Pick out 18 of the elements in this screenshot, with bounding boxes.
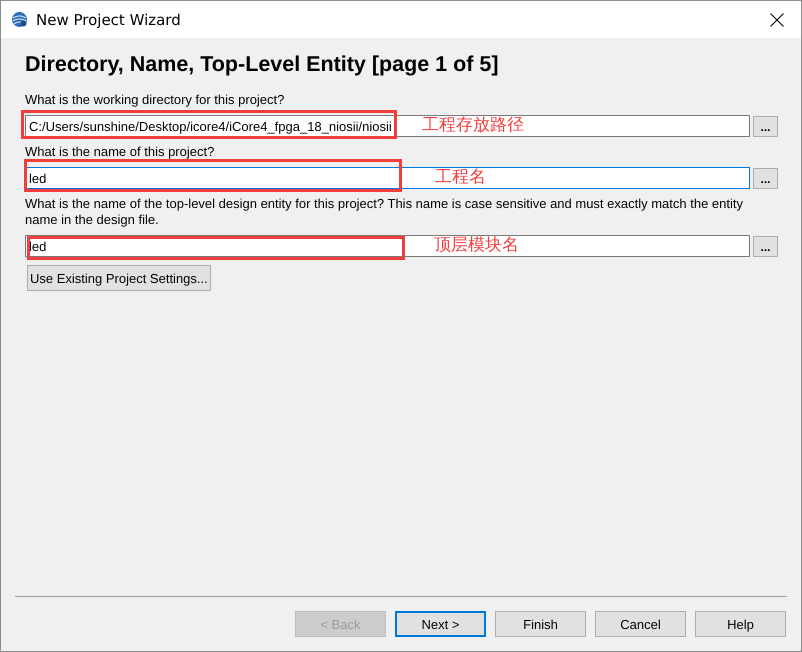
dialog-button[interactable]: Cancel [595, 611, 686, 637]
field-label: What is the name of the top-level design entity for this project? This name is case sensitive and must exactly match the entity name in the design file. [25, 196, 744, 228]
dialog-button[interactable]: Finish [495, 611, 586, 637]
globe-icon [11, 11, 28, 28]
close-icon [770, 12, 784, 26]
field-label: What is the name of this project? [25, 144, 216, 160]
annotation-label: 工程名 [435, 167, 486, 187]
browse-button[interactable]: ... [753, 116, 778, 137]
settings-button[interactable]: Use Existing Project Settings... [27, 265, 211, 291]
window-title: New Project Wizard [36, 10, 182, 28]
annotation-label: 工程存放路径 [422, 115, 524, 135]
browse-button[interactable]: ... [753, 236, 778, 257]
dialog-button[interactable]: Help [695, 611, 786, 637]
page-heading: Directory, Name, Top-Level Entity [page 1 of 5] [25, 52, 500, 77]
annotation-label: 顶层模块名 [434, 235, 519, 255]
field-label: What is the working directory for this project? [25, 92, 286, 108]
dialog-button[interactable]: Next > [395, 611, 486, 637]
browse-button[interactable]: ... [753, 168, 778, 189]
